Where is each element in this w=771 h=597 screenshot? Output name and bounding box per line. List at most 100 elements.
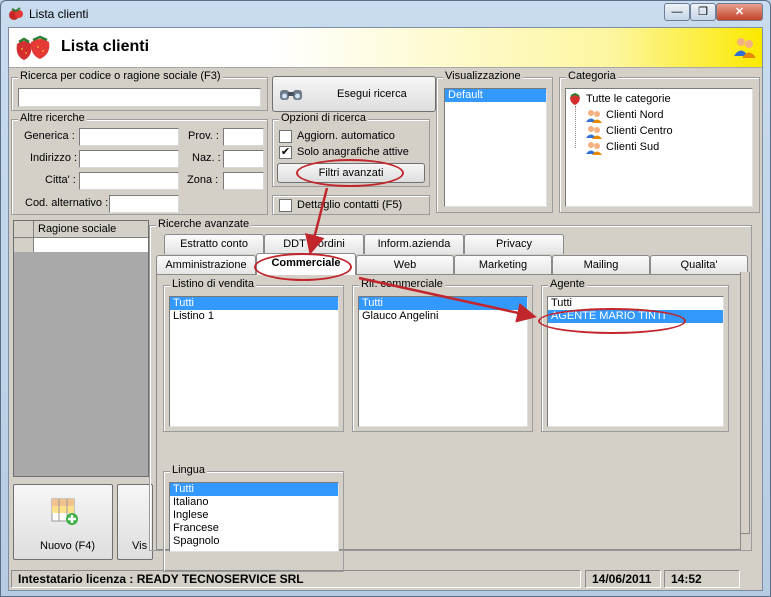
tab-qualita[interactable]: Qualita' — [650, 255, 748, 275]
cod-alt-label: Cod. alternativo : — [25, 197, 109, 209]
table-row[interactable] — [34, 238, 148, 252]
grid-corner — [14, 221, 34, 238]
tree-line — [575, 106, 576, 148]
active-only-label: Solo anagrafiche attive — [297, 146, 409, 158]
code-search-input[interactable] — [18, 88, 261, 107]
citta-input[interactable] — [79, 172, 179, 190]
agente-label: Agente — [548, 278, 587, 290]
cod-alt-input[interactable] — [109, 195, 179, 213]
list-item[interactable]: Listino 1 — [170, 310, 338, 323]
citta-label: Citta' : — [45, 174, 76, 186]
search-options-label: Opzioni di ricerca — [279, 112, 368, 124]
users-icon — [586, 126, 602, 139]
view-list[interactable]: Default — [444, 88, 547, 207]
category-group: Categoria Tutte le categorie Clienti Nor… — [559, 70, 760, 213]
minimize-button[interactable]: — — [664, 3, 690, 21]
title-bar: Lista clienti — ❐ ✕ — [1, 1, 769, 27]
license-holder: Intestatario licenza : READY TECNOSERVIC… — [11, 570, 581, 588]
zona-input[interactable] — [223, 172, 264, 190]
list-item[interactable]: Tutti — [170, 483, 338, 496]
new-button[interactable]: Nuovo (F4) — [13, 484, 113, 560]
contact-detail-checkbox[interactable] — [279, 199, 292, 212]
client-grid[interactable]: Ragione sociale — [13, 220, 149, 477]
rif-label: Rif. commerciale — [359, 278, 445, 290]
category-tree[interactable]: Tutte le categorie Clienti Nord Clienti … — [565, 88, 753, 207]
tab-privacy[interactable]: Privacy — [464, 234, 564, 254]
listino-group: Listino di vendita Tutti Listino 1 — [163, 278, 344, 432]
auto-update-label: Aggiorn. automatico — [297, 130, 395, 142]
strawberry-icon — [570, 92, 580, 105]
active-only-checkbox[interactable]: ✔ — [279, 146, 292, 159]
listino-label: Listino di vendita — [170, 278, 256, 290]
tab-amministrazione[interactable]: Amministrazione — [156, 255, 256, 275]
list-item[interactable]: Italiano — [170, 496, 338, 509]
tab-inform-azienda[interactable]: Inform.azienda — [364, 234, 464, 254]
page-title: Lista clienti — [61, 38, 150, 55]
listino-list[interactable]: Tutti Listino 1 — [169, 296, 339, 427]
execute-search-button[interactable]: Esegui ricerca — [272, 76, 436, 112]
tree-item[interactable]: Clienti Nord — [606, 109, 663, 121]
annotation-ellipse-agent — [538, 308, 686, 334]
tab-mailing[interactable]: Mailing — [552, 255, 650, 275]
indirizzo-label: Indirizzo : — [30, 152, 78, 164]
annotation-ellipse-tab — [254, 253, 352, 281]
header-banner: Lista clienti — [9, 28, 762, 68]
view-group: Visualizzazione Default — [436, 70, 553, 213]
new-button-label: Nuovo (F4) — [40, 540, 96, 552]
naz-input[interactable] — [223, 150, 264, 168]
users-icon[interactable] — [733, 36, 757, 58]
app-icon — [9, 7, 23, 20]
client-area: Lista clienti Ricerca per codice o ragio… — [8, 27, 763, 591]
tab-stack-edge — [740, 272, 750, 534]
grid-row-indicator — [14, 238, 34, 252]
lingua-group: Lingua Tutti Italiano Inglese Francese S… — [163, 464, 344, 572]
list-item[interactable]: Tutti — [359, 297, 527, 310]
tab-marketing[interactable]: Marketing — [454, 255, 552, 275]
view-button-label: Vis — [132, 540, 148, 552]
list-item[interactable]: Inglese — [170, 509, 338, 522]
code-search-group: Ricerca per codice o ragione sociale (F3… — [11, 70, 268, 111]
window-title: Lista clienti — [29, 7, 89, 21]
contact-detail-group: Dettaglio contatti (F5) — [272, 195, 430, 215]
new-record-icon — [51, 498, 78, 525]
execute-search-label: Esegui ricerca — [337, 88, 407, 100]
maximize-button[interactable]: ❐ — [690, 3, 716, 21]
contact-detail-label: Dettaglio contatti (F5) — [297, 199, 403, 211]
agente-group: Agente Tutti AGENTE MARIO TINTI — [541, 278, 729, 432]
view-button[interactable]: Vis — [117, 484, 153, 560]
other-search-label: Altre ricerche — [18, 112, 87, 124]
lingua-list[interactable]: Tutti Italiano Inglese Francese Spagnolo — [169, 482, 339, 552]
tab-estratto-conto[interactable]: Estratto conto — [164, 234, 264, 254]
generica-input[interactable] — [79, 128, 179, 146]
users-icon — [586, 110, 602, 123]
auto-update-checkbox[interactable] — [279, 130, 292, 143]
list-item[interactable]: Default — [445, 89, 546, 102]
advanced-search-label: Ricerche avanzate — [156, 218, 252, 230]
list-item[interactable]: Francese — [170, 522, 338, 535]
tree-root[interactable]: Tutte le categorie — [586, 93, 671, 105]
category-label: Categoria — [566, 70, 618, 82]
generica-label: Generica : — [24, 130, 75, 142]
users-icon — [586, 142, 602, 155]
annotation-ellipse-filters — [296, 159, 404, 187]
binoculars-icon — [280, 90, 302, 100]
other-search-group: Altre ricerche Generica : Indirizzo : Ci… — [11, 112, 268, 215]
list-item[interactable]: Spagnolo — [170, 535, 338, 548]
list-item[interactable]: Glauco Angelini — [359, 310, 527, 323]
tab-web[interactable]: Web — [356, 255, 454, 275]
tab-ddt-ordini[interactable]: DDT e ordini — [264, 234, 364, 254]
naz-label: Naz. : — [192, 152, 221, 164]
status-bar: Intestatario licenza : READY TECNOSERVIC… — [9, 568, 762, 590]
indirizzo-input[interactable] — [79, 150, 179, 168]
tree-item[interactable]: Clienti Sud — [606, 141, 659, 153]
close-button[interactable]: ✕ — [716, 3, 763, 21]
grid-header-ragione[interactable]: Ragione sociale — [34, 221, 148, 238]
prov-label: Prov. : — [188, 130, 219, 142]
code-search-label: Ricerca per codice o ragione sociale (F3… — [18, 70, 223, 82]
zona-label: Zona : — [187, 174, 219, 186]
prov-input[interactable] — [223, 128, 264, 146]
rif-list[interactable]: Tutti Glauco Angelini — [358, 296, 528, 427]
tree-item[interactable]: Clienti Centro — [606, 125, 673, 137]
strawberry-icon — [16, 35, 50, 60]
list-item[interactable]: Tutti — [170, 297, 338, 310]
